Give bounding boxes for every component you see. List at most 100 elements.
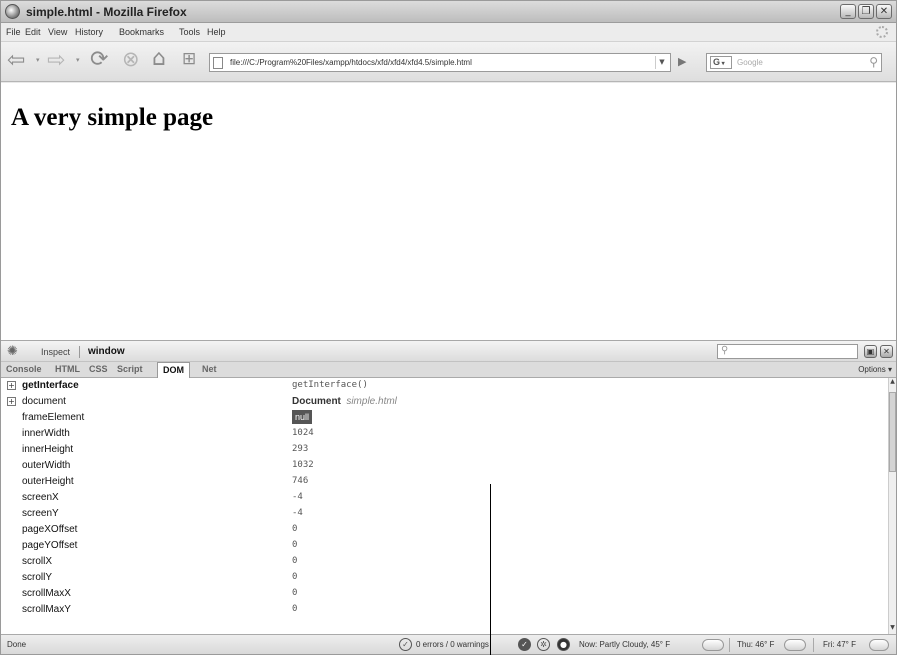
url-history-dropdown-icon[interactable]: ▼ — [655, 56, 668, 69]
menu-edit[interactable]: Edit — [25, 27, 41, 37]
null-value-badge: null — [292, 410, 313, 424]
inspect-button[interactable]: Inspect — [41, 347, 70, 357]
firebug-status-icon[interactable]: ● — [557, 638, 570, 651]
back-history-dropdown-icon[interactable]: ▾ — [36, 56, 40, 64]
dom-property-name: document — [22, 396, 66, 407]
firebug-search-input[interactable]: ⚲ — [717, 344, 858, 359]
expand-toggle-icon[interactable]: + — [7, 381, 16, 390]
window-title: simple.html - Mozilla Firefox — [26, 5, 187, 19]
menu-tools[interactable]: Tools — [179, 27, 200, 37]
page-content: A very simple page — [1, 83, 896, 340]
scroll-up-icon[interactable]: ▲ — [889, 378, 896, 388]
dom-row[interactable]: outerHeight 746 — [1, 474, 886, 490]
maximize-button[interactable]: ❐ — [858, 4, 874, 19]
search-icon[interactable]: ⚲ — [869, 55, 878, 69]
dom-property-value: -4 — [292, 492, 303, 502]
tab-console[interactable]: Console — [6, 364, 42, 374]
search-icon: ⚲ — [721, 345, 729, 356]
dom-row[interactable]: scrollMaxX 0 — [1, 586, 886, 602]
context-breadcrumb[interactable]: window — [88, 346, 125, 357]
menu-file[interactable]: File — [6, 27, 21, 37]
dom-row[interactable]: outerWidth 1032 — [1, 458, 886, 474]
dom-object-name: simple.html — [346, 396, 397, 407]
reload-button[interactable]: ⟳ — [90, 47, 108, 72]
dom-property-value: -4 — [292, 508, 303, 518]
new-tab-button[interactable]: ⊞ — [182, 49, 196, 69]
dom-property-value: 746 — [292, 476, 309, 486]
navigation-toolbar: ⇦ ▾ ⇨ ▾ ⟳ ⊗ ⌂ ⊞ file:///C:/Program%20Fil… — [1, 42, 896, 82]
dom-property-name: pageYOffset — [22, 540, 78, 551]
error-count[interactable]: 0 errors / 0 warnings — [416, 640, 489, 649]
dom-row[interactable]: scrollY 0 — [1, 570, 886, 586]
dom-row[interactable]: + document Document simple.html — [1, 394, 886, 410]
close-button[interactable]: ✕ — [876, 4, 892, 19]
go-button[interactable]: ▶ — [678, 55, 686, 68]
weather-thu[interactable]: Thu: 46° F — [737, 640, 774, 649]
dom-row[interactable]: screenX -4 — [1, 490, 886, 506]
dom-property-value: 0 — [292, 604, 298, 614]
tab-script[interactable]: Script — [117, 364, 143, 374]
stop-button[interactable]: ⊗ — [122, 47, 140, 71]
firebug-toolbar: ✺ Inspect window ⚲ ▣ ✕ — [1, 340, 896, 362]
search-engine-logo: G — [713, 57, 721, 67]
firebug-detach-button[interactable]: ▣ — [864, 345, 877, 358]
dom-property-value: getInterface() — [292, 380, 368, 390]
scroll-down-icon[interactable]: ▼ — [889, 624, 896, 634]
firebug-bug-icon[interactable]: ✺ — [7, 344, 18, 359]
status-divider — [729, 638, 730, 652]
menu-bookmarks[interactable]: Bookmarks — [119, 27, 164, 37]
dom-property-name: outerWidth — [22, 460, 71, 471]
dom-property-value: 293 — [292, 444, 309, 454]
search-bar[interactable]: G ▾ Google ⚲ — [706, 53, 882, 72]
dom-panel: + getInterface getInterface() + document… — [1, 378, 896, 634]
dom-object-type[interactable]: Document — [292, 396, 341, 407]
scrollbar-thumb[interactable] — [889, 392, 896, 472]
title-bar: simple.html - Mozilla Firefox _ ❐ ✕ — [1, 1, 896, 23]
dom-property-name: screenX — [22, 492, 59, 503]
weather-now[interactable]: Now: Partly Cloudy, 45° F — [579, 640, 670, 649]
menu-view[interactable]: View — [48, 27, 67, 37]
menu-history[interactable]: History — [75, 27, 103, 37]
tab-html[interactable]: HTML — [55, 364, 80, 374]
dom-property-value: 1024 — [292, 428, 314, 438]
checkmark-icon[interactable]: ✓ — [399, 638, 412, 651]
firefox-window: simple.html - Mozilla Firefox _ ❐ ✕ File… — [0, 0, 897, 655]
dom-row[interactable]: pageYOffset 0 — [1, 538, 886, 554]
partly-cloudy-icon — [702, 639, 724, 651]
dom-row[interactable]: pageXOffset 0 — [1, 522, 886, 538]
tab-dom[interactable]: DOM — [157, 362, 190, 378]
dom-property-name: frameElement — [22, 412, 85, 423]
options-menu[interactable]: Options ▾ — [858, 365, 892, 374]
partly-cloudy-icon — [784, 639, 806, 651]
weather-fri[interactable]: Fri: 47° F — [823, 640, 856, 649]
dom-row[interactable]: innerWidth 1024 — [1, 426, 886, 442]
dom-property-value: 0 — [292, 572, 298, 582]
gear-icon[interactable]: ✲ — [537, 638, 550, 651]
tab-css[interactable]: CSS — [89, 364, 108, 374]
dom-row[interactable]: scrollX 0 — [1, 554, 886, 570]
dom-property-name: scrollX — [22, 556, 53, 567]
page-heading: A very simple page — [11, 104, 214, 131]
back-button[interactable]: ⇦ — [7, 48, 25, 73]
dom-row[interactable]: screenY -4 — [1, 506, 886, 522]
home-button[interactable]: ⌂ — [152, 46, 166, 71]
menu-help[interactable]: Help — [207, 27, 226, 37]
tab-net[interactable]: Net — [202, 364, 217, 374]
dom-property-name: outerHeight — [22, 476, 74, 487]
dom-row[interactable]: + getInterface getInterface() — [1, 378, 886, 394]
url-bar[interactable]: file:///C:/Program%20Files/xampp/htdocs/… — [209, 53, 671, 72]
firebug-close-button[interactable]: ✕ — [880, 345, 893, 358]
dom-row[interactable]: frameElement null — [1, 410, 886, 426]
dom-property-name: screenY — [22, 508, 59, 519]
search-engine-selector[interactable]: G ▾ — [710, 56, 732, 69]
dom-property-name: pageXOffset — [22, 524, 78, 535]
forward-history-dropdown-icon[interactable]: ▾ — [76, 56, 80, 64]
expand-toggle-icon[interactable]: + — [7, 397, 16, 406]
minimize-button[interactable]: _ — [840, 4, 856, 19]
dom-row[interactable]: innerHeight 293 — [1, 442, 886, 458]
forward-button[interactable]: ⇨ — [47, 48, 65, 73]
url-text[interactable]: file:///C:/Program%20Files/xampp/htdocs/… — [230, 58, 472, 67]
dom-row[interactable]: scrollMaxY 0 — [1, 602, 886, 618]
dom-panel-scrollbar[interactable]: ▲ ▼ — [888, 378, 896, 634]
yslow-icon[interactable]: ✓ — [518, 638, 531, 651]
